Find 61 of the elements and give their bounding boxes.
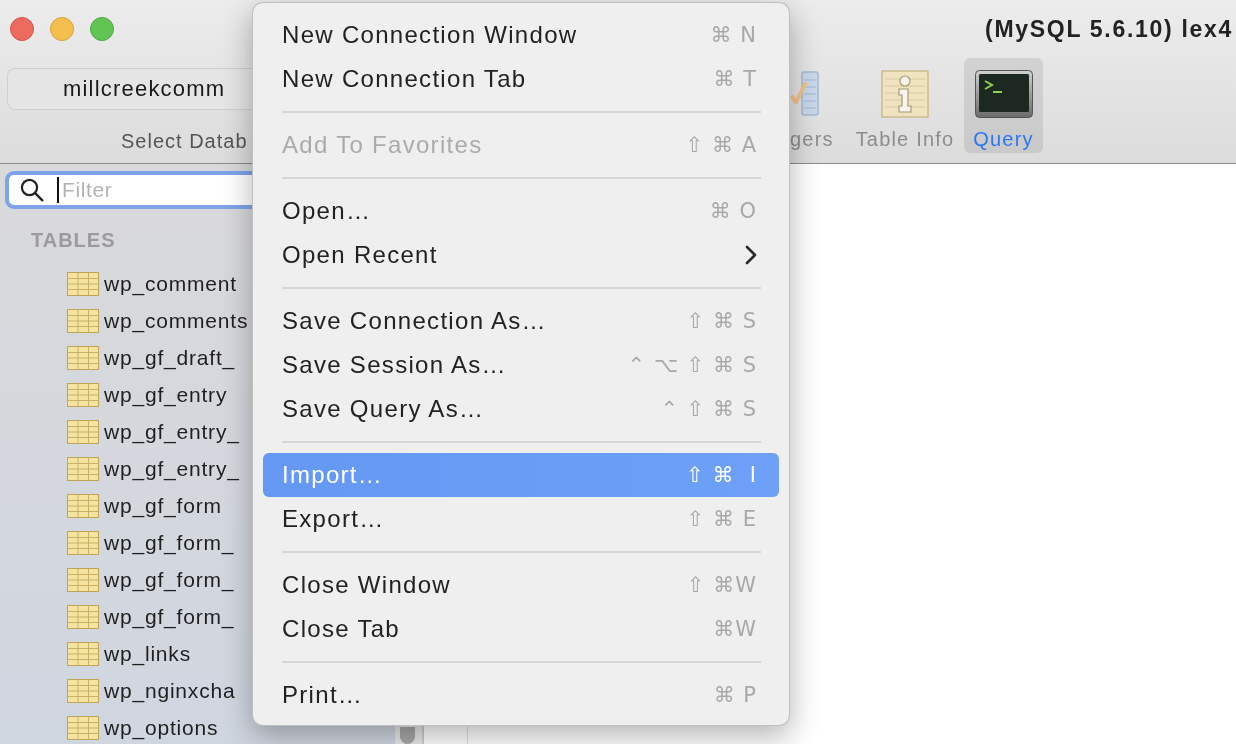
table-list-item[interactable]: wp_gf_entry [67, 376, 228, 413]
table-icon [67, 678, 99, 703]
search-icon [20, 178, 44, 202]
keyboard-shortcut: ⇧ ⌘ I [686, 463, 757, 487]
minimize-button[interactable] [50, 17, 74, 41]
table-list-item[interactable]: wp_gf_draft_ [67, 339, 236, 376]
table-list-item[interactable]: wp_gf_form_ [67, 524, 235, 561]
menu-item[interactable]: Close Tab ⌘W [263, 607, 779, 651]
keyboard-shortcut: ⌘ O [709, 199, 757, 223]
keyboard-shortcut: ⌃ ⌥ ⇧ ⌘ S [627, 353, 757, 377]
table-icon [67, 715, 99, 740]
table-icon [67, 530, 99, 555]
keyboard-shortcut: ⇧ ⌘W [686, 573, 757, 597]
close-button[interactable] [10, 17, 34, 41]
keyboard-shortcut: ⇧ ⌘ S [686, 309, 757, 333]
table-list-item[interactable]: wp_comments [67, 302, 249, 339]
menu-item[interactable]: Print… ⌘ P [263, 673, 779, 717]
section-heading: TABLES [31, 228, 116, 252]
keyboard-shortcut: ⇧ ⌘ E [686, 507, 757, 531]
keyboard-shortcut: ⌃ ⇧ ⌘ S [660, 397, 757, 421]
table-icon [67, 567, 99, 592]
menu-item[interactable]: Open Recent [263, 233, 779, 277]
scrollbar-thumb[interactable] [400, 727, 415, 744]
menu-item[interactable]: Save Query As… ⌃ ⇧ ⌘ S [263, 387, 779, 431]
keyboard-shortcut: ⌘W [713, 617, 757, 641]
terminal-icon [974, 70, 1033, 118]
zoom-button[interactable] [90, 17, 114, 41]
table-list-item[interactable]: wp_gf_entry_ [67, 413, 240, 450]
table-list-item[interactable]: wp_links [67, 635, 191, 672]
table-icon [67, 419, 99, 444]
table-icon [67, 456, 99, 481]
window-title: (MySQL 5.6.10) lex4 [985, 15, 1234, 43]
info-icon [881, 70, 929, 118]
database-label: Select Datab [121, 129, 248, 153]
table-list-item[interactable]: wp_nginxcha [67, 672, 236, 709]
menu-item[interactable]: New Connection Window ⌘ N [263, 13, 779, 57]
table-list-item[interactable]: wp_gf_form_ [67, 561, 235, 598]
table-icon [67, 604, 99, 629]
keyboard-shortcut: ⌘ T [713, 67, 757, 91]
checklist-icon [790, 70, 820, 117]
table-list-item[interactable]: wp_gf_entry_ [67, 450, 240, 487]
database-select[interactable]: millcreekcomm [7, 68, 252, 110]
text-cursor-icon [57, 177, 59, 203]
table-icon [67, 308, 99, 333]
table-list-item[interactable]: wp_gf_form [67, 487, 222, 524]
table-icon [67, 271, 99, 296]
table-list-item[interactable]: wp_options [67, 709, 219, 744]
table-icon [67, 382, 99, 407]
menu-item[interactable]: Save Session As… ⌃ ⌥ ⇧ ⌘ S [263, 343, 779, 387]
keyboard-shortcut: ⌘ P [713, 683, 757, 707]
table-list-item[interactable]: wp_gf_form_ [67, 598, 235, 635]
table-icon [67, 493, 99, 518]
table-list-item[interactable]: wp_comment [67, 265, 237, 302]
table-icon [67, 641, 99, 666]
menu-item[interactable]: New Connection Tab ⌘ T [263, 57, 779, 101]
menu-item[interactable]: Save Connection As… ⇧ ⌘ S [263, 299, 779, 343]
menu-item[interactable]: Close Window ⇧ ⌘W [263, 563, 779, 607]
menu-item[interactable]: Export… ⇧ ⌘ E [263, 497, 779, 541]
keyboard-shortcut: ⌘ N [710, 23, 757, 47]
keyboard-shortcut: ⇧ ⌘ A [685, 133, 757, 157]
table-icon [67, 345, 99, 370]
